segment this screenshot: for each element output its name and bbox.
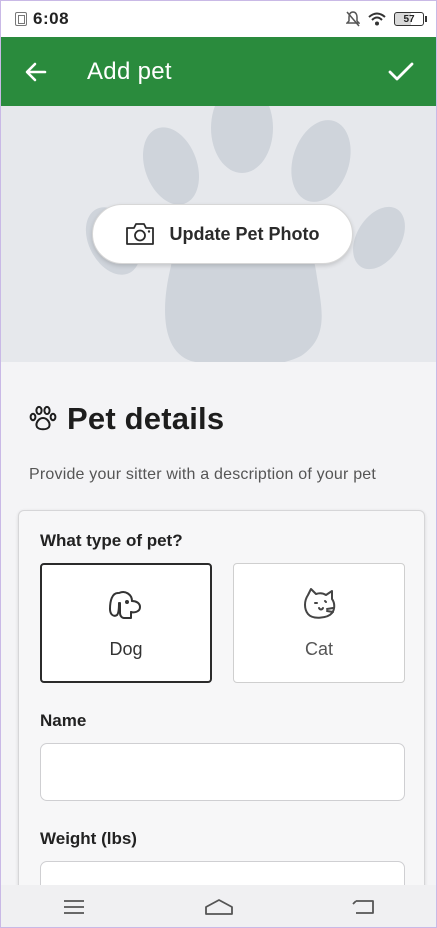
- pet-type-cat-option[interactable]: Cat: [233, 563, 405, 683]
- section-heading: Pet details: [29, 401, 224, 437]
- menu-icon: [63, 900, 84, 914]
- screen: 6:08 57 Add pet Update Pet Photo Pet det…: [0, 0, 437, 928]
- pet-type-cat-label: Cat: [304, 638, 333, 659]
- mute-bell-icon: [346, 11, 360, 27]
- page-title: Add pet: [87, 57, 172, 85]
- status-time: 6:08: [33, 9, 70, 28]
- weight-label: Weight (lbs): [40, 829, 137, 848]
- checkmark-icon: [388, 62, 414, 80]
- home-nav-button[interactable]: [189, 885, 249, 927]
- pet-type-dog-label: Dog: [109, 638, 143, 659]
- section-subtitle: Provide your sitter with a description o…: [29, 466, 377, 483]
- notification-icon: [15, 12, 27, 26]
- battery-icon: 57: [394, 12, 427, 26]
- wifi-icon: [368, 12, 386, 26]
- camera-icon: [126, 223, 155, 245]
- system-nav-bar: [1, 885, 436, 927]
- cat-icon: [304, 587, 336, 619]
- app-bar: Add pet: [1, 37, 436, 106]
- pet-photo-area: Update Pet Photo: [1, 106, 436, 362]
- status-bar: 6:08 57: [1, 1, 436, 37]
- pet-type-dog-option[interactable]: Dog: [40, 563, 212, 683]
- section-title: Pet details: [67, 401, 225, 436]
- name-label: Name: [40, 711, 87, 730]
- return-icon: [351, 900, 374, 914]
- back-nav-button[interactable]: [334, 885, 394, 927]
- back-arrow-icon: [25, 62, 47, 81]
- update-photo-button[interactable]: Update Pet Photo: [92, 204, 353, 264]
- back-button[interactable]: [1, 37, 71, 106]
- pet-form-card: What type of pet? Dog Cat Name Weight (l…: [18, 510, 425, 919]
- update-photo-label: Update Pet Photo: [169, 223, 320, 244]
- pet-type-label: What type of pet?: [40, 531, 183, 550]
- paw-icon: [29, 405, 57, 431]
- home-icon: [204, 899, 233, 915]
- name-input[interactable]: [40, 743, 405, 801]
- save-button[interactable]: [366, 37, 436, 106]
- dog-icon: [109, 590, 141, 619]
- battery-level: 57: [403, 13, 415, 25]
- menu-nav-button[interactable]: [44, 885, 104, 927]
